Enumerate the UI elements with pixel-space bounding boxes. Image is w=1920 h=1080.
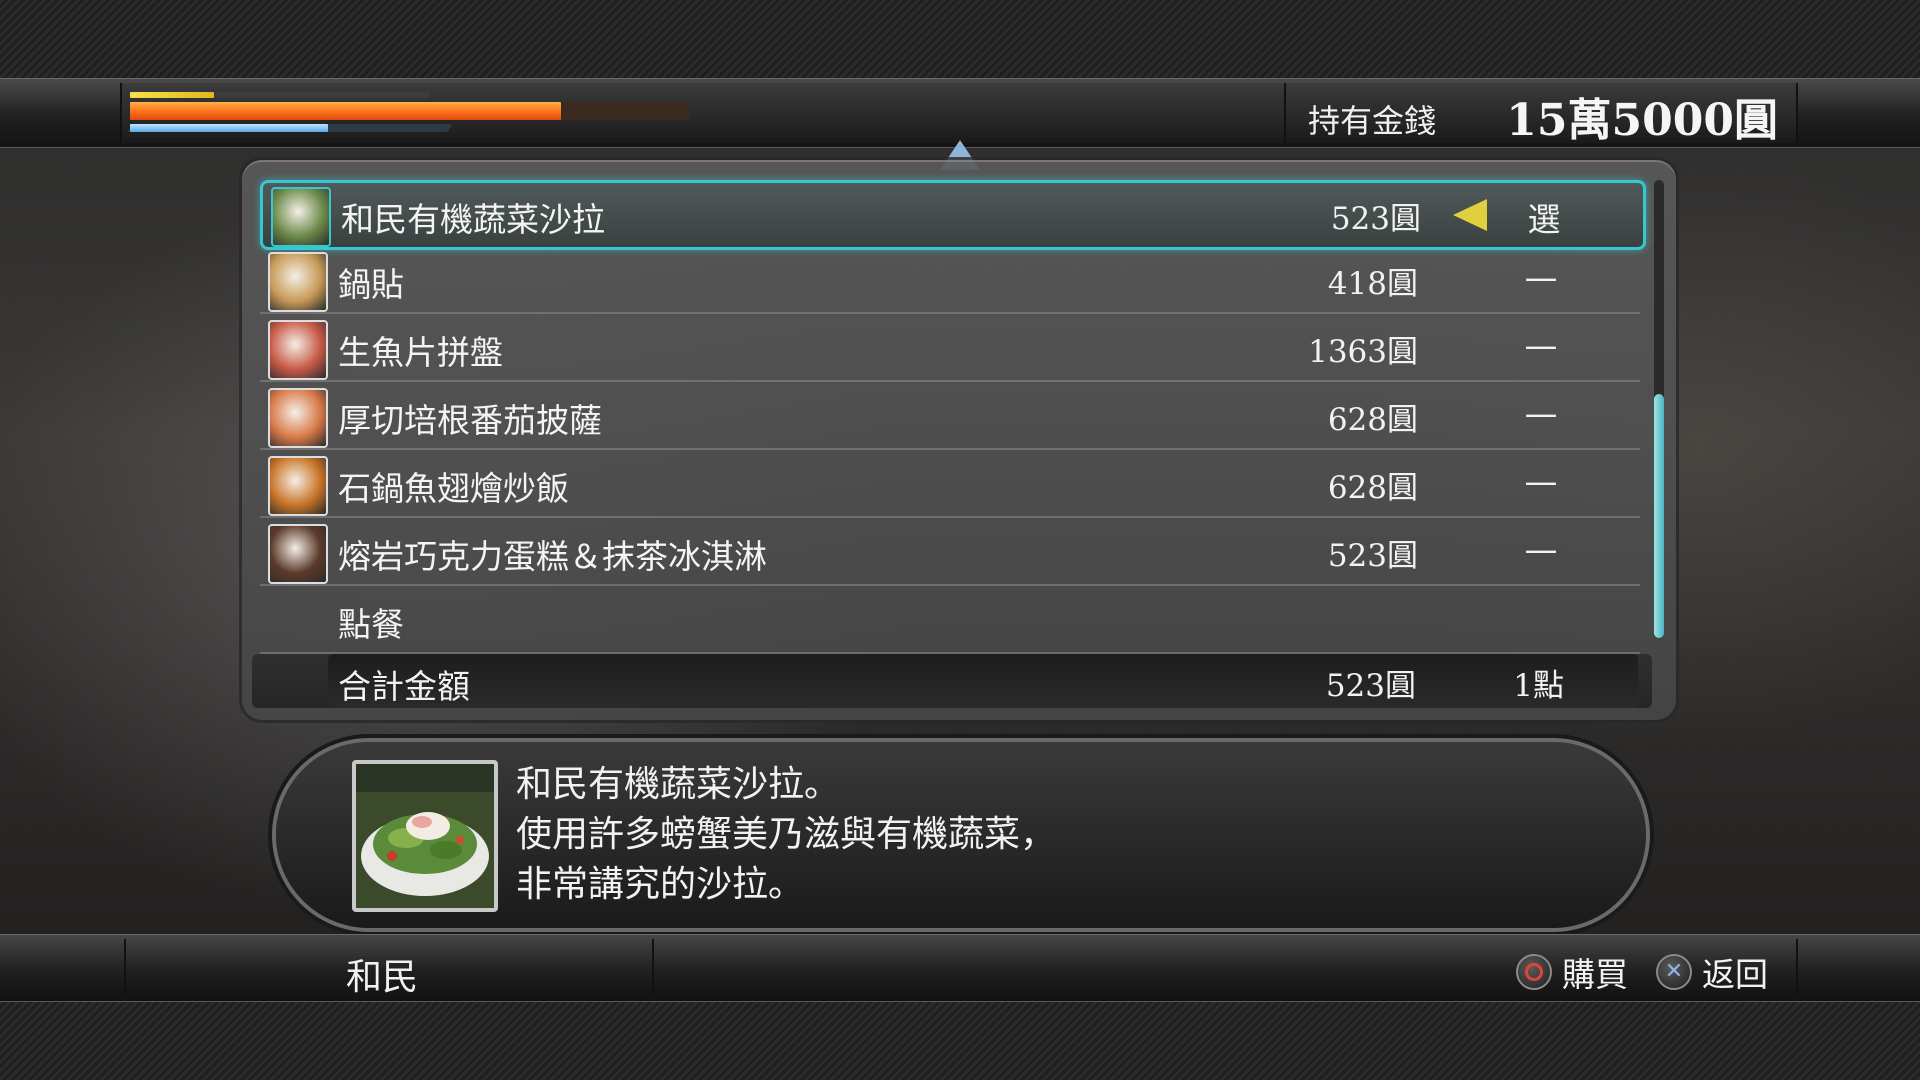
money-label: 持有金錢: [1308, 102, 1437, 140]
menu-item-quantity: —: [1524, 530, 1558, 569]
total-item-count: 1點: [1513, 668, 1564, 704]
health-gauge: [130, 102, 562, 120]
cross-button-icon: ✕: [1656, 954, 1692, 990]
buy-label: 購買: [1562, 955, 1628, 994]
buy-button[interactable]: 購買: [1516, 948, 1628, 996]
menu-item-name: 石鍋魚翅燴炒飯: [338, 469, 569, 508]
food-thumbnail: [268, 252, 328, 312]
menu-item-quantity: 選: [1527, 200, 1561, 239]
bottom-action-bar: [0, 934, 1920, 1002]
menu-item-row[interactable]: 厚切培根番茄披薩 628圓 —: [260, 384, 1640, 450]
food-thumbnail: [268, 524, 328, 584]
top-stripe-border: [0, 0, 1920, 79]
menu-item-quantity: —: [1524, 258, 1558, 297]
circle-button-icon: [1516, 954, 1552, 990]
menu-item-row[interactable]: 和民有機蔬菜沙拉 523圓 選: [260, 180, 1646, 250]
menu-item-name: 和民有機蔬菜沙拉: [341, 200, 605, 239]
description-line: 非常講究的沙拉。: [516, 864, 805, 905]
menu-item-row[interactable]: 石鍋魚翅燴炒飯 628圓 —: [260, 452, 1640, 518]
order-row[interactable]: 點餐: [260, 588, 1640, 654]
heat-gauge: [130, 92, 214, 98]
total-label: 合計金額: [338, 667, 470, 706]
back-button[interactable]: ✕ 返回: [1656, 948, 1768, 996]
total-row: 合計金額 523圓 1點: [252, 654, 1652, 708]
selection-cursor-icon: [1453, 199, 1487, 231]
menu-item-name: 熔岩巧克力蛋糕＆抹茶冰淇淋: [338, 537, 767, 576]
menu-panel: 和民有機蔬菜沙拉 523圓 選 鍋貼 418圓 — 生魚片拼盤 1363圓 — …: [242, 160, 1676, 720]
menu-item-row[interactable]: 熔岩巧克力蛋糕＆抹茶冰淇淋 523圓 —: [260, 520, 1640, 586]
menu-item-quantity: —: [1524, 326, 1558, 365]
menu-item-row[interactable]: 生魚片拼盤 1363圓 —: [260, 316, 1640, 382]
menu-item-name: 鍋貼: [338, 265, 404, 304]
total-row-inner: [328, 654, 1638, 708]
back-label: 返回: [1702, 955, 1768, 994]
menu-item-price: 523圓: [1330, 201, 1421, 237]
food-thumbnail: [268, 456, 328, 516]
menu-item-quantity: —: [1524, 394, 1558, 433]
player-gauges: [127, 88, 690, 134]
salad-image: [352, 760, 498, 912]
menu-item-price: 628圓: [1327, 470, 1418, 506]
scrollbar-thumb[interactable]: [1654, 394, 1664, 638]
food-thumbnail: [271, 187, 331, 247]
money-value: 15萬5000圓: [1506, 95, 1778, 146]
description-line: 和民有機蔬菜沙拉。: [516, 764, 841, 805]
food-thumbnail: [268, 320, 328, 380]
order-button-label: 點餐: [338, 605, 404, 644]
salad-illustration-icon: [356, 764, 494, 908]
menu-item-price: 1363圓: [1308, 334, 1418, 370]
menu-item-name: 生魚片拼盤: [338, 333, 503, 372]
menu-item-price: 418圓: [1327, 266, 1418, 302]
item-description-panel: 和民有機蔬菜沙拉。 使用許多螃蟹美乃滋與有機蔬菜， 非常講究的沙拉。: [276, 742, 1646, 928]
description-line: 使用許多螃蟹美乃滋與有機蔬菜，: [516, 814, 1057, 855]
menu-item-name: 厚切培根番茄披薩: [338, 401, 602, 440]
bottom-stripe-border: [0, 1000, 1920, 1080]
menu-item-quantity: —: [1524, 462, 1558, 501]
item-description-text: 和民有機蔬菜沙拉。 使用許多螃蟹美乃滋與有機蔬菜， 非常講究的沙拉。: [516, 760, 1576, 910]
food-thumbnail: [268, 388, 328, 448]
total-amount: 523圓: [1325, 668, 1416, 704]
shop-name: 和民: [346, 957, 419, 998]
menu-item-row[interactable]: 鍋貼 418圓 —: [260, 248, 1640, 314]
menu-item-price: 523圓: [1327, 538, 1418, 574]
menu-scrollbar[interactable]: [1654, 180, 1664, 638]
menu-item-price: 628圓: [1327, 402, 1418, 438]
exp-gauge: [130, 124, 328, 132]
